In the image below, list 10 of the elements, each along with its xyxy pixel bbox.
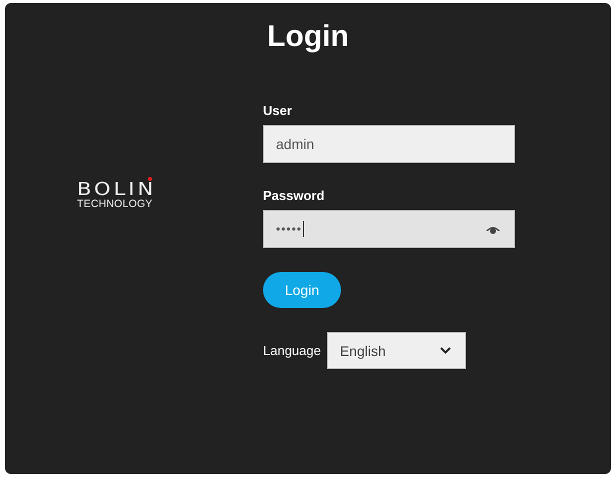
language-select[interactable]: English <box>326 332 466 369</box>
page-title: Login <box>266 19 350 55</box>
language-label: Language <box>263 343 321 358</box>
user-field[interactable]: admin <box>263 125 515 163</box>
company-logo: BOLIN TECHNOLOGY <box>77 179 158 210</box>
password-field[interactable]: ••••• <box>263 210 515 248</box>
user-label: User <box>263 103 293 119</box>
eye-icon[interactable] <box>486 224 500 234</box>
password-label: Password <box>263 188 326 204</box>
chevron-down-icon <box>440 347 451 354</box>
